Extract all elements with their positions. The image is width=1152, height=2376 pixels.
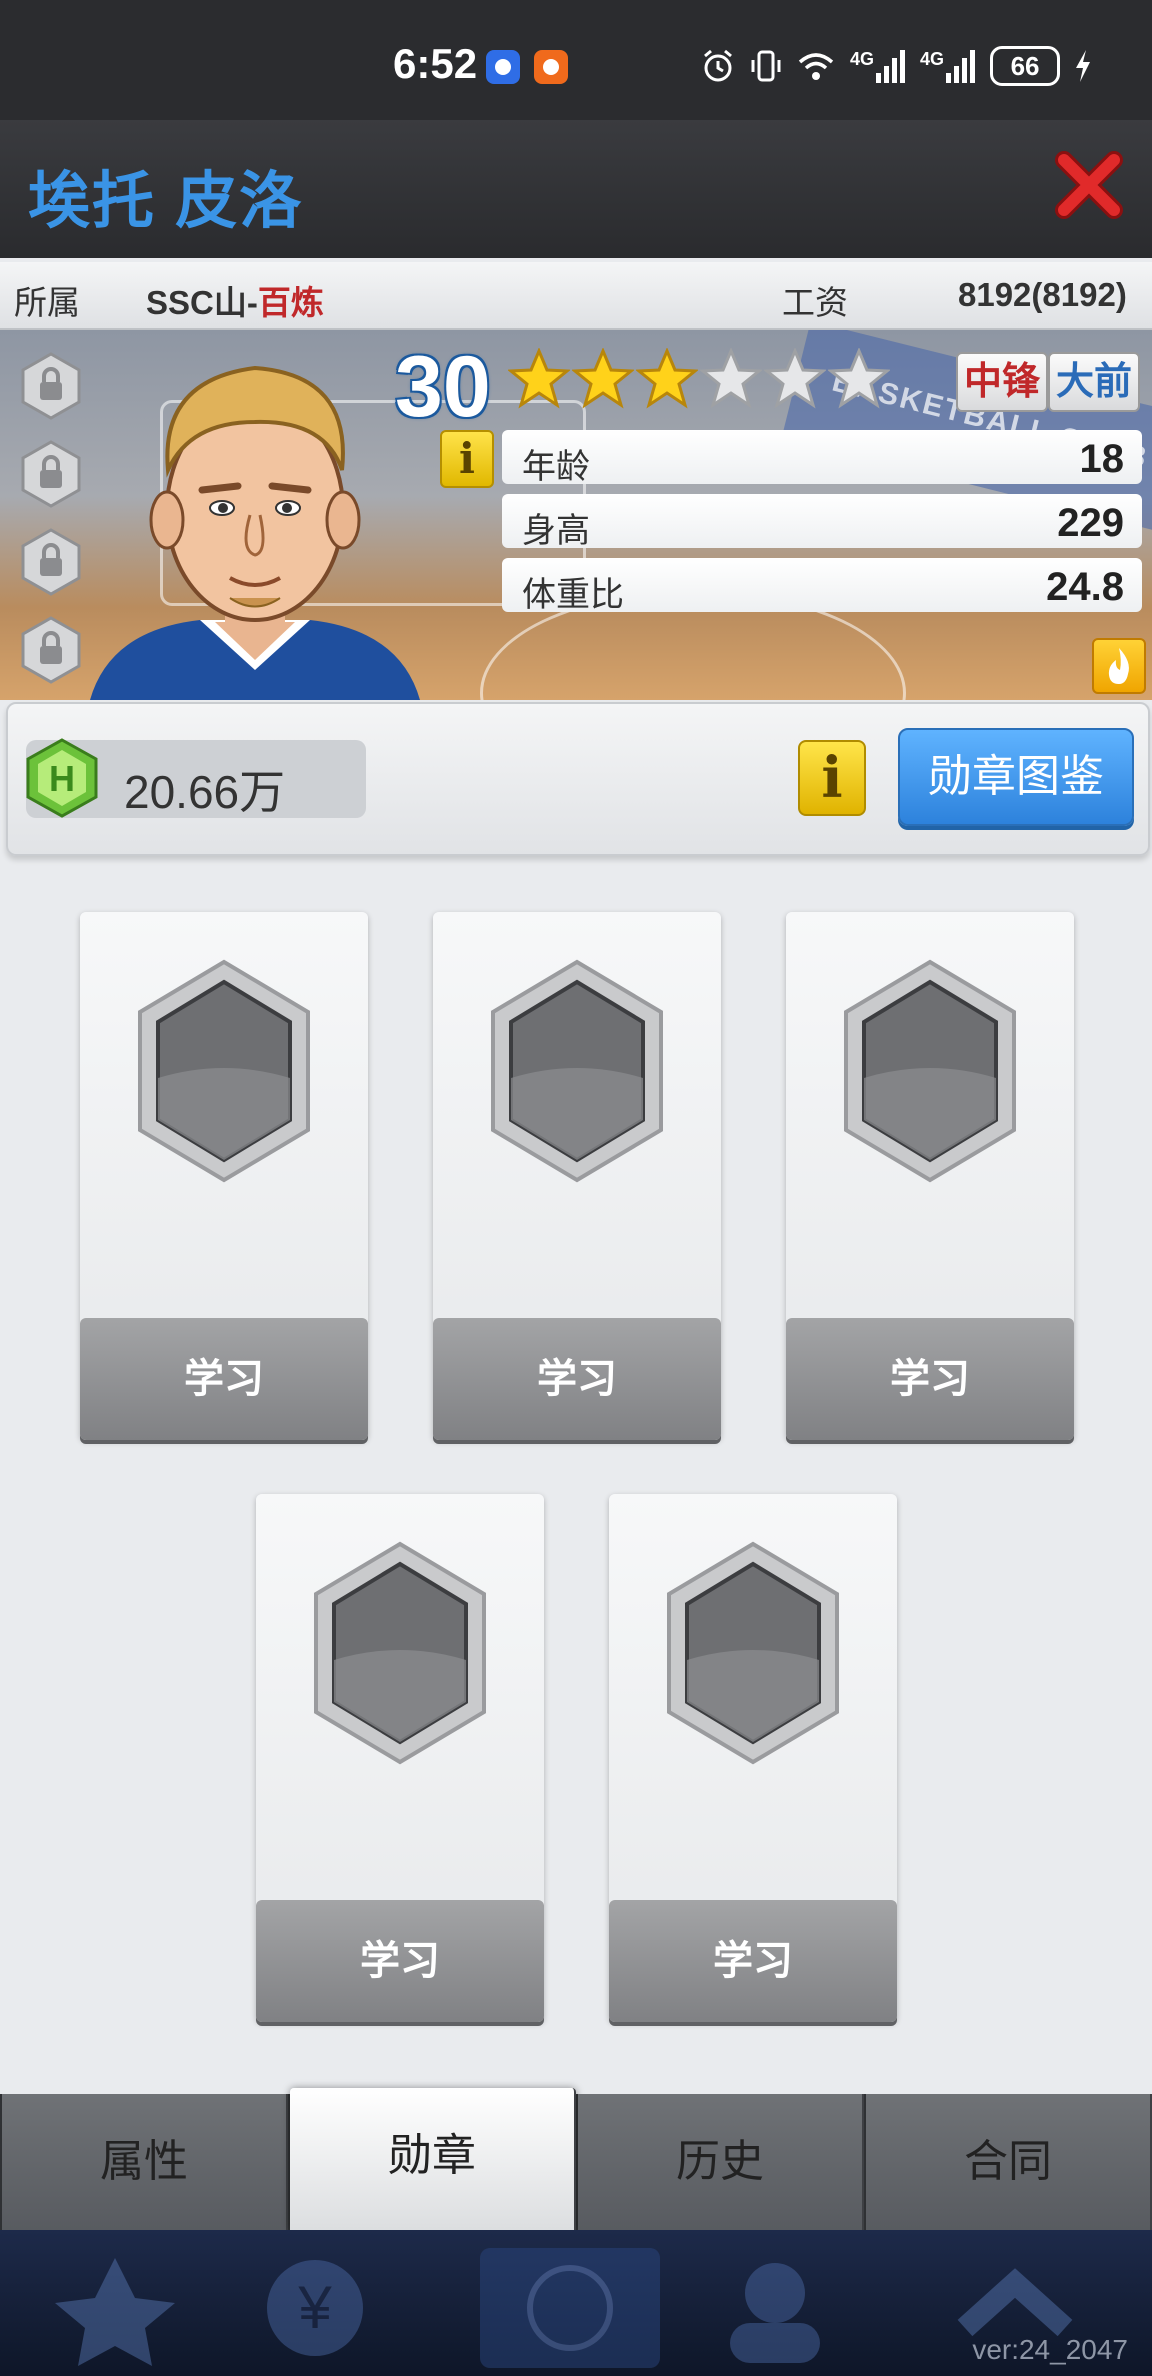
badge-slot-card[interactable]: 学习 [433,912,721,1440]
empty-badge-icon [844,959,1016,1183]
team-name-suffix: 百炼 [257,284,324,321]
alarm-icon [704,49,732,82]
tab-contract[interactable]: 合同 [866,2094,1152,2230]
star-empty-icon [700,348,762,409]
position-badge-center: 中锋 [956,352,1049,412]
game-nav-background: ¥ ver:24_2047 [0,2230,1152,2376]
player-info-button[interactable]: i [440,430,494,488]
version-label: ver:24_2047 [972,2334,1128,2365]
star-filled-icon [508,348,570,409]
stat-label: 体重比 [522,576,624,614]
star-filled-icon [636,348,698,409]
player-avatar [90,365,420,700]
medal-guide-button[interactable]: 勋章图鉴 [898,728,1134,826]
star-filled-icon [572,348,634,409]
stat-value: 18 [1079,437,1125,481]
empty-badge-icon [138,959,310,1183]
network-type-label: 4G [920,49,945,69]
player-name-title: 埃托 皮洛 [28,167,304,236]
lock-icon[interactable] [20,352,82,420]
signal-icon: 4G [920,49,976,83]
battery-icon: 66 [990,46,1061,86]
basketball-nav-icon [480,2248,660,2368]
tab-badges[interactable]: 勋章 [290,2088,576,2230]
bottom-tab-bar: 属性 勋章 历史 合同 [0,2088,1152,2230]
close-icon[interactable] [1054,150,1124,220]
currency-amount: 20.66万 [124,766,286,818]
currency-nav-icon: ¥ [267,2260,363,2356]
status-bar: 6:52 4G 4G 66 [0,0,1152,120]
stat-label: 年龄 [522,448,590,486]
tab-history[interactable]: 历史 [578,2094,864,2230]
app-notification-icon [486,50,520,84]
empty-badge-icon [491,959,663,1183]
badge-slot-card[interactable]: 学习 [256,1494,544,2022]
stat-row-height: 身高 229 [502,494,1142,550]
title-bar: 埃托 皮洛 [0,120,1152,258]
team-name-prefix: SSC山- [146,284,258,321]
badge-slot-card[interactable]: 学习 [80,912,368,1440]
badge-info-button[interactable]: i [798,740,866,816]
status-icons: 4G 4G 66 [700,44,1092,88]
team-name: SSC山-百炼 [146,276,324,324]
player-level: 30 [395,339,491,435]
learn-button[interactable]: 学习 [433,1318,721,1440]
learn-button[interactable]: 学习 [786,1318,1074,1440]
empty-badge-icon [314,1541,486,1765]
network-type-label: 4G [850,49,875,69]
svg-text:H: H [49,758,75,799]
currency-bar: H 20.66万 i 勋章图鉴 [6,702,1150,856]
stat-value: 229 [1057,501,1124,545]
stat-value: 24.8 [1046,565,1124,609]
currency-display: H 20.66万 [26,738,366,818]
star-empty-icon [764,348,826,409]
team-info-row: 所属 SSC山-百炼 工资 8192(8192) [0,262,1152,330]
lock-icon[interactable] [20,616,82,684]
wifi-icon [798,53,834,80]
learn-button[interactable]: 学习 [609,1900,897,2022]
stat-label: 身高 [522,512,590,550]
salary-value: 8192(8192) [958,276,1127,313]
status-time: 6:52 [393,40,478,87]
charging-icon [1076,50,1091,82]
vibrate-icon [751,50,781,82]
star-empty-icon [828,348,890,409]
svg-text:¥: ¥ [297,2274,332,2341]
team-nav-icon [730,2263,820,2363]
stat-row-age: 年龄 18 [502,430,1142,486]
lock-icon[interactable] [20,440,82,508]
salary-label: 工资 [782,284,848,321]
badge-slot-card[interactable]: 学习 [786,912,1074,1440]
h-coin-icon: H [26,738,98,818]
position-badge-power-forward: 大前 [1048,352,1141,412]
empty-badge-icon [667,1541,839,1765]
tab-attributes[interactable]: 属性 [2,2094,288,2230]
fire-icon[interactable] [1092,638,1146,694]
lock-icon[interactable] [20,528,82,596]
team-label: 所属 [14,284,80,321]
learn-button[interactable]: 学习 [80,1318,368,1440]
signal-icon: 4G [850,49,906,83]
learn-button[interactable]: 学习 [256,1900,544,2022]
player-star-rating [508,348,890,410]
badge-slot-card[interactable]: 学习 [609,1494,897,2022]
player-panel: BASKETBALL CLUB 30 中锋 大前 i 年龄 18 身高 229 … [0,330,1152,700]
video-app-notification-icon [534,50,568,84]
stat-row-weight-ratio: 体重比 24.8 [502,558,1142,614]
trophy-nav-icon [55,2258,175,2366]
